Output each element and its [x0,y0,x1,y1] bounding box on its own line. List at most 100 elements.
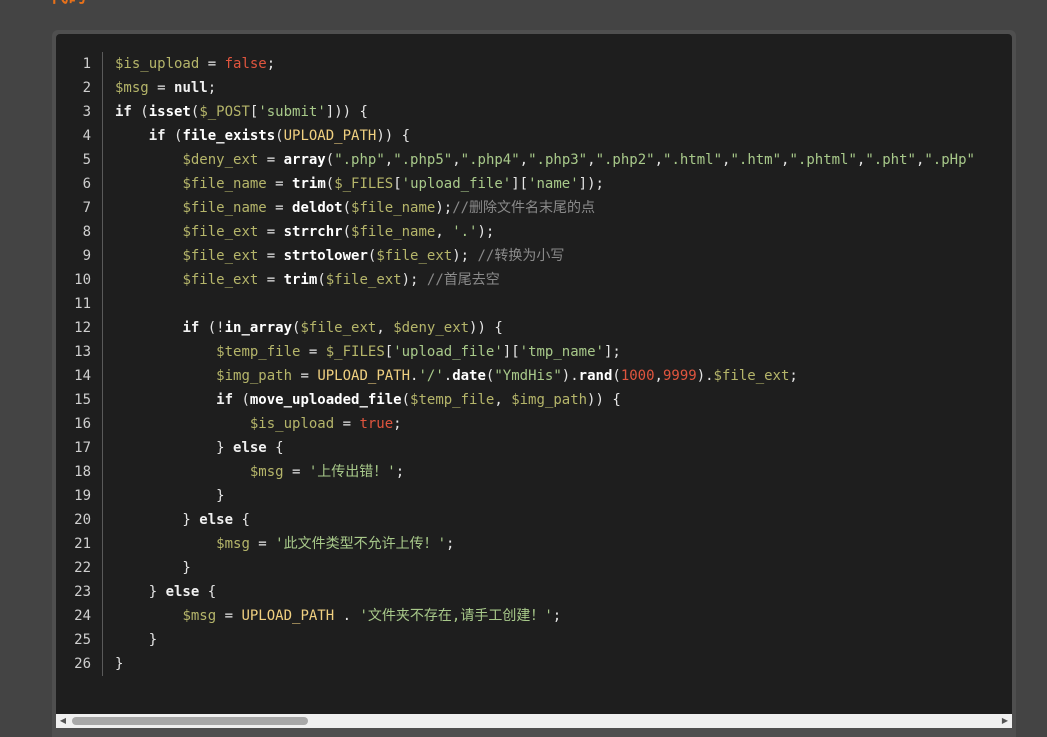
code-keyword: else [233,440,267,456]
code-punctuation: )) { [587,392,621,408]
code-string: '.' [452,224,478,240]
code-variable: $file_ext [182,224,259,240]
code-punctuation: , [376,320,394,336]
code-line: $is_upload = false; [115,52,975,76]
code-keyword: if [216,392,234,408]
code-variable: $is_upload [249,416,335,432]
code-keyword: null [174,80,208,96]
line-number: 12 [74,320,91,336]
scroll-left-arrow-icon[interactable]: ◀ [56,714,70,728]
code-punctuation: = [292,368,318,384]
code-punctuation: = [283,464,309,480]
code-line: $msg = '此文件类型不允许上传！'; [115,532,975,556]
code-line: $file_ext = trim($file_ext); //首尾去空 [115,268,975,292]
code-punctuation: = [266,176,293,192]
code-variable: $file_ext [182,248,259,264]
code-punctuation: ; [552,608,562,624]
code-punctuation: ; [266,56,276,72]
code-punctuation: ( [342,224,352,240]
code-line: $deny_ext = array(".php",".php5",".php4"… [115,148,975,172]
line-number: 24 [74,608,91,624]
code-text: $is_upload = false; $msg = null; if (isset… [115,52,975,676]
code-function: strtolower [283,248,368,264]
code-string: ".phtml" [789,152,857,168]
code-punctuation: ( [401,392,411,408]
code-string: 'submit' [258,104,326,120]
code-punctuation [115,416,250,432]
code-punctuation: ; [446,536,455,552]
code-variable: $file_name [351,224,436,240]
code-string: ".php2" [595,152,655,168]
code-punctuation: , [519,152,529,168]
code-comment: //首尾去空 [426,272,500,288]
code-string: ".php4" [460,152,520,168]
code-punctuation: = [216,608,242,624]
scrollbar-thumb[interactable] [72,717,308,725]
code-punctuation [115,608,182,624]
code-punctuation [115,128,149,144]
code-string: '文件夹不存在,请手工创建！' [359,608,553,624]
code-string: 'name' [528,176,579,192]
code-variable: $file_name [182,176,267,192]
code-punctuation: ( [233,392,250,408]
line-number: 1 [82,56,91,72]
code-boolean: true [359,416,394,432]
code-punctuation: } [115,656,124,672]
code-line: $file_ext = strtolower($file_ext); //转换为… [115,244,975,268]
code-punctuation: , [654,152,664,168]
code-punctuation: { [199,584,217,600]
code-variable: $file_ext [713,368,790,384]
code-variable: $temp_file [410,392,495,408]
code-function: strrchr [283,224,343,240]
code-punctuation: ( [612,368,621,384]
scroll-right-arrow-icon[interactable]: ▶ [998,714,1012,728]
code-punctuation [115,392,216,408]
code-punctuation: ][ [502,344,520,360]
line-number: 17 [74,440,91,456]
line-number: 6 [82,176,91,192]
code-variable: $img_path [511,392,588,408]
horizontal-scrollbar[interactable]: ◀ ▶ [56,714,1012,728]
line-number: 5 [82,152,91,168]
line-number: 19 [74,488,91,504]
code-punctuation: )) { [469,320,503,336]
line-number: 4 [82,128,91,144]
code-punctuation: = [334,416,360,432]
code-punctuation: = [258,224,284,240]
code-punctuation: } [115,488,225,504]
code-line: } else { [115,580,975,604]
code-punctuation: = [258,152,284,168]
code-punctuation: , [494,392,512,408]
code-comment: //转换为小写 [477,248,565,264]
code-punctuation: ); [435,200,453,216]
code-variable: $msg [249,464,284,480]
code-punctuation: = [258,248,284,264]
code-string: '上传出错！' [308,464,396,480]
code-line: $temp_file = $_FILES['upload_file']['tmp… [115,340,975,364]
code-punctuation: ( [317,272,326,288]
code-punctuation [115,224,182,240]
code-variable: $is_upload [115,56,200,72]
code-variable: $_POST [199,104,250,120]
code-line: $is_upload = true; [115,412,975,436]
code-punctuation: ; [395,464,405,480]
code-function: move_uploaded_file [249,392,402,408]
code-keyword: if [115,104,132,120]
code-string: ".pht" [865,152,916,168]
code-variable: $deny_ext [182,152,259,168]
code-punctuation: ( [325,152,335,168]
code-string: 'upload_file' [401,176,512,192]
code-line: } [115,484,975,508]
code-number: 9999 [662,368,697,384]
code-boolean: false [224,56,267,72]
code-string: ".php3" [528,152,588,168]
code-function: isset [148,104,191,120]
code-punctuation: ); [401,272,427,288]
code-punctuation: ); [477,224,495,240]
code-line: if (file_exists(UPLOAD_PATH)) { [115,124,975,148]
code-string: ".htm" [730,152,782,168]
code-punctuation: ). [696,368,714,384]
code-line: } [115,556,975,580]
code-line: if (isset($_POST['submit'])) { [115,100,975,124]
code-punctuation: ( [325,176,335,192]
